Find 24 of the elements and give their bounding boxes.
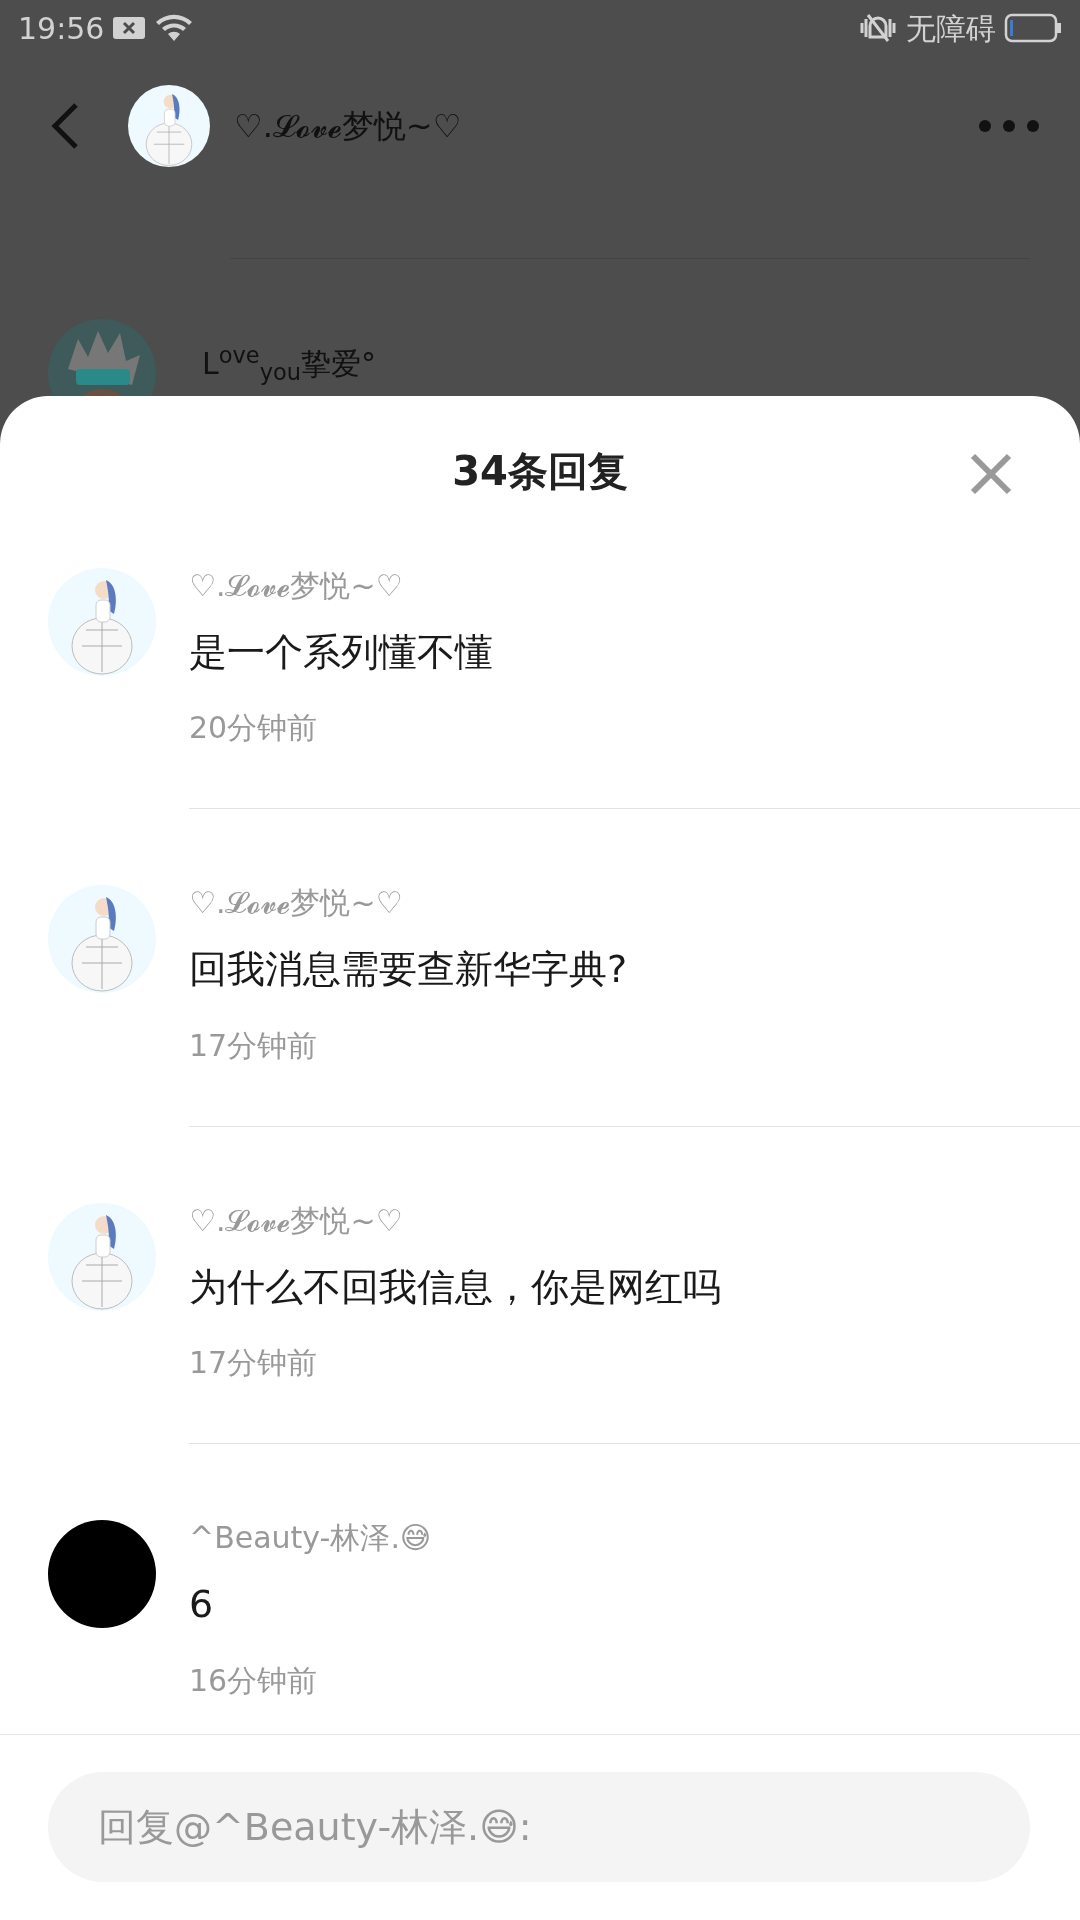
reply-author: ♡.𝓛𝓸𝓿𝓮梦悦~♡ <box>189 568 404 604</box>
close-icon[interactable] <box>970 453 1012 495</box>
more-icon[interactable] <box>978 119 1040 133</box>
reply-author: ^Beauty-林泽.😅 <box>189 1520 433 1557</box>
reply-time: 17分钟前 <box>189 1026 319 1065</box>
battery-icon <box>1004 13 1062 43</box>
reply-text: 为什么不回我信息，你是网红吗 <box>189 1263 722 1311</box>
commenter-name: L$^{ove}$$_{you}$挚爱° <box>202 341 376 386</box>
muted-bell-icon <box>858 11 898 45</box>
reply-field[interactable]: 回复@^Beauty-林泽.😅: <box>48 1772 1030 1882</box>
accessibility-label: 无障碍 <box>906 9 996 48</box>
chat-title: ♡.𝓛𝓸𝓿𝓮梦悦~♡ <box>234 106 462 147</box>
reply-text: 6 <box>189 1581 215 1629</box>
reply-text: 是一个系列懂不懂 <box>189 629 494 676</box>
sim-icon <box>112 15 147 41</box>
reply-time: 20分钟前 <box>189 709 319 748</box>
status-time: 19:56 <box>18 9 105 48</box>
sheet-title: 34条回复 <box>452 447 628 496</box>
reply-author: ♡.𝓛𝓸𝓿𝓮梦悦~♡ <box>189 1202 404 1239</box>
reply-author: ♡.𝓛𝓸𝓿𝓮梦悦~♡ <box>189 885 404 922</box>
reply-time: 16分钟前 <box>189 1661 319 1700</box>
reply-text: 回我消息需要查新华字典? <box>189 946 629 994</box>
back-icon[interactable] <box>50 102 80 150</box>
reply-time: 17分钟前 <box>189 1344 319 1383</box>
